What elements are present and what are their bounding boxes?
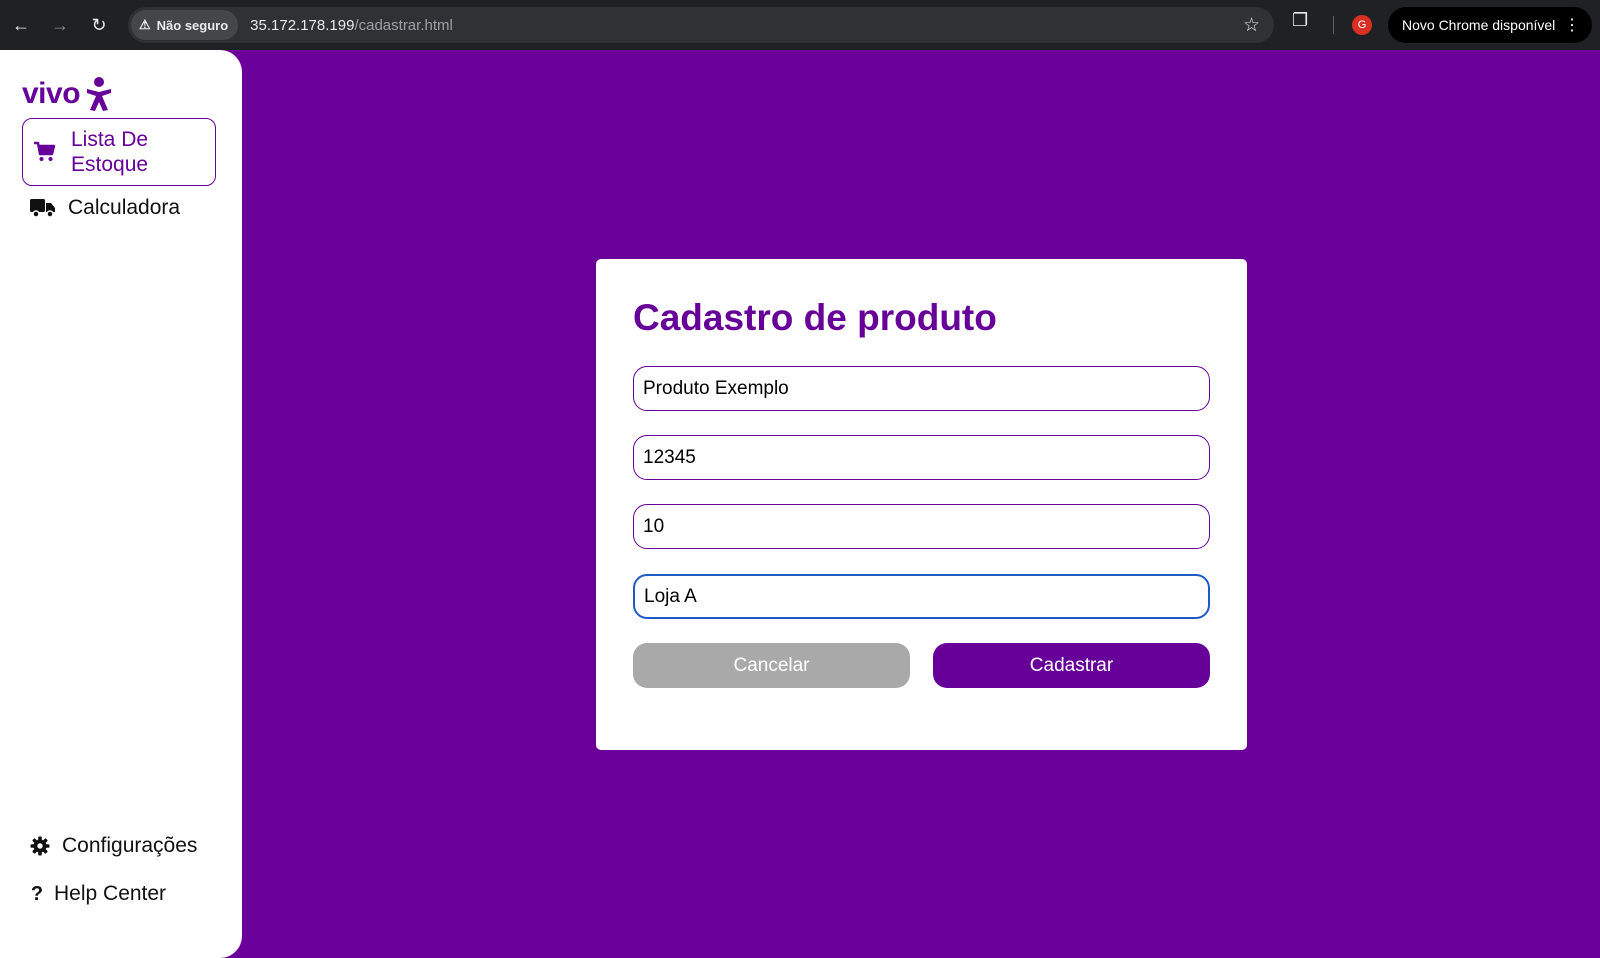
logo-text: vivo bbox=[22, 77, 81, 110]
update-label: Novo Chrome disponível bbox=[1402, 17, 1556, 33]
cart-icon bbox=[34, 141, 56, 161]
sidebar-item-label: Configurações bbox=[62, 834, 198, 857]
sidebar-item-calculator[interactable]: Calculadora bbox=[30, 196, 180, 220]
gear-icon bbox=[30, 836, 50, 856]
security-label: Não seguro bbox=[156, 17, 229, 33]
url-host: 35.172.178.199 bbox=[250, 16, 355, 34]
vivo-logo[interactable]: vivo bbox=[22, 76, 114, 112]
url-text[interactable]: 35.172.178.199/cadastrar.html bbox=[250, 17, 453, 34]
address-bar[interactable]: ⚠ Não seguro 35.172.178.199/cadastrar.ht… bbox=[128, 7, 1274, 43]
quantity-input[interactable] bbox=[633, 504, 1210, 549]
store-input[interactable] bbox=[633, 574, 1210, 619]
back-arrow-icon[interactable]: ← bbox=[6, 10, 36, 40]
warning-triangle-icon: ⚠ bbox=[139, 17, 151, 32]
forward-arrow-icon[interactable]: → bbox=[45, 10, 75, 40]
profile-avatar[interactable]: G bbox=[1352, 15, 1372, 35]
chrome-update-button[interactable]: Novo Chrome disponível ⋮ bbox=[1388, 7, 1592, 43]
sidebar-item-label: Help Center bbox=[54, 882, 167, 905]
sidebar-item-stock-list[interactable]: Lista De Estoque bbox=[22, 118, 216, 186]
question-icon: ? bbox=[30, 882, 44, 905]
url-path: /cadastrar.html bbox=[354, 16, 453, 34]
product-name-input[interactable] bbox=[633, 366, 1210, 411]
extensions-puzzle-icon[interactable]: ❐ bbox=[1292, 10, 1308, 31]
form-title: Cadastro de produto bbox=[633, 297, 997, 338]
toolbar-divider bbox=[1333, 16, 1334, 34]
sidebar-item-settings[interactable]: Configurações bbox=[30, 834, 197, 858]
sidebar-item-label: Lista De Estoque bbox=[71, 128, 149, 176]
sidebar: vivo Lista De Estoque Calculadora Config… bbox=[0, 50, 242, 958]
security-chip[interactable]: ⚠ Não seguro bbox=[131, 10, 239, 40]
product-form-card: Cadastro de produto Cancelar Cadastrar bbox=[596, 259, 1247, 750]
vivo-figure-icon bbox=[87, 77, 112, 111]
browser-toolbar: ← → ↻ ⚠ Não seguro 35.172.178.199/cadast… bbox=[0, 0, 1600, 50]
submit-button[interactable]: Cadastrar bbox=[933, 643, 1210, 688]
truck-icon bbox=[30, 199, 55, 218]
product-code-input[interactable] bbox=[633, 435, 1210, 480]
kebab-menu-icon[interactable]: ⋮ bbox=[1564, 15, 1580, 35]
bookmark-star-icon[interactable]: ☆ bbox=[1243, 14, 1260, 37]
reload-icon[interactable]: ↻ bbox=[84, 10, 114, 40]
cancel-button[interactable]: Cancelar bbox=[633, 643, 910, 688]
sidebar-item-help-center[interactable]: ? Help Center bbox=[30, 882, 166, 906]
sidebar-item-label: Calculadora bbox=[68, 196, 181, 219]
